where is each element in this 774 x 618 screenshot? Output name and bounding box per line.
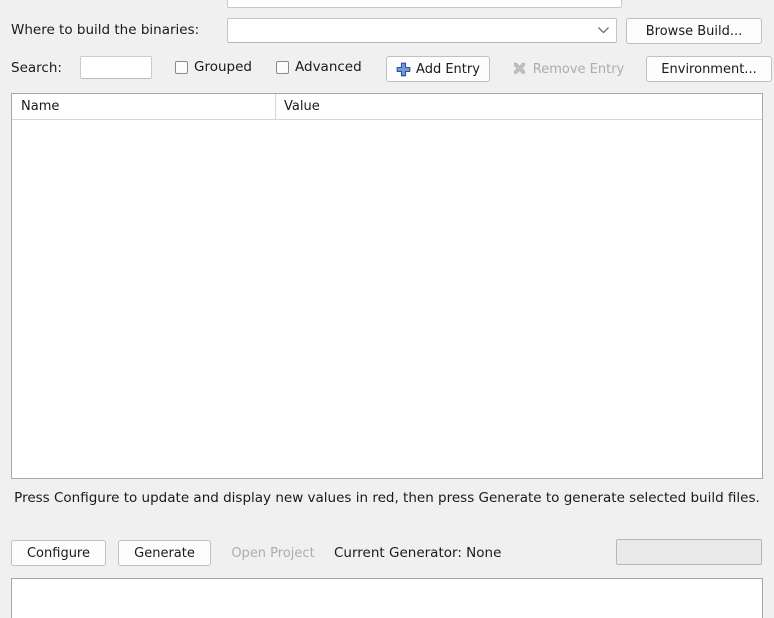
open-project-button[interactable]: Open Project bbox=[221, 540, 325, 566]
grouped-checkbox-box[interactable] bbox=[175, 60, 188, 74]
advanced-checkbox-box[interactable] bbox=[276, 60, 289, 74]
build-directory-combobox[interactable] bbox=[227, 18, 617, 43]
remove-entry-button[interactable]: Remove Entry bbox=[496, 56, 640, 82]
current-generator-label: Current Generator: None bbox=[334, 545, 502, 561]
plus-icon bbox=[396, 62, 411, 77]
cache-table-header: Name Value bbox=[12, 94, 762, 120]
output-log-panel[interactable] bbox=[11, 578, 763, 618]
search-label: Search: bbox=[11, 60, 62, 76]
progress-bar bbox=[616, 539, 762, 565]
cache-variables-table[interactable]: Name Value bbox=[11, 93, 763, 479]
search-input[interactable] bbox=[80, 56, 152, 79]
source-directory-field-partial[interactable] bbox=[227, 0, 622, 8]
cache-table-body[interactable] bbox=[12, 120, 762, 478]
column-header-value[interactable]: Value bbox=[284, 99, 320, 114]
chevron-down-icon[interactable] bbox=[598, 27, 609, 34]
remove-entry-label: Remove Entry bbox=[532, 61, 625, 77]
column-header-name[interactable]: Name bbox=[21, 99, 59, 114]
grouped-checkbox-label: Grouped bbox=[194, 59, 252, 75]
grouped-checkbox[interactable]: Grouped bbox=[175, 59, 252, 75]
environment-button[interactable]: Environment... bbox=[646, 56, 772, 82]
advanced-checkbox-label: Advanced bbox=[295, 59, 362, 75]
cmake-gui-window: Where to build the binaries: Browse Buil… bbox=[0, 0, 774, 618]
x-mark-icon bbox=[512, 62, 527, 77]
add-entry-label: Add Entry bbox=[416, 61, 480, 77]
build-directory-label: Where to build the binaries: bbox=[11, 22, 200, 38]
hint-text: Press Configure to update and display ne… bbox=[14, 490, 760, 506]
configure-button[interactable]: Configure bbox=[11, 540, 106, 566]
column-divider[interactable] bbox=[275, 94, 276, 120]
browse-build-button[interactable]: Browse Build... bbox=[626, 18, 762, 44]
generate-button[interactable]: Generate bbox=[118, 540, 211, 566]
build-directory-row: Where to build the binaries: Browse Buil… bbox=[0, 18, 774, 46]
advanced-checkbox[interactable]: Advanced bbox=[276, 59, 362, 75]
add-entry-button[interactable]: Add Entry bbox=[386, 56, 490, 82]
